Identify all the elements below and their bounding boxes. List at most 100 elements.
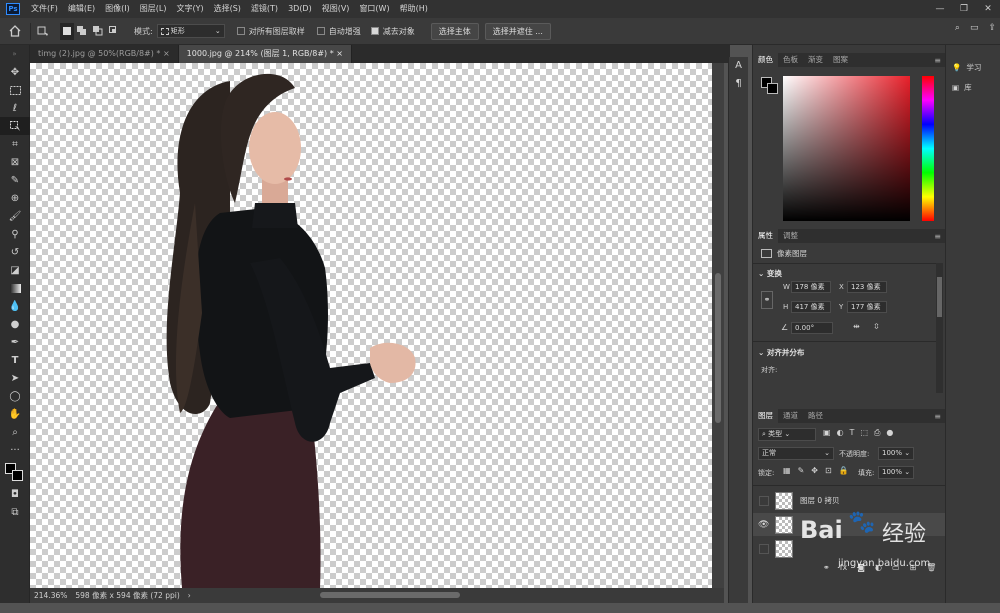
add-selection-icon[interactable] [74,23,90,40]
filter-shape-icon[interactable]: ⬚ [860,428,868,438]
menu-window[interactable]: 窗口(W) [354,0,394,18]
sample-all-checkbox[interactable]: 对所有图层取样 [236,26,305,37]
maximize-button[interactable]: ❐ [952,0,976,18]
lock-transparent-icon[interactable]: ▦ [783,466,791,475]
filter-toggle-icon[interactable]: ● [886,428,893,438]
status-arrow[interactable]: › [184,591,195,600]
marquee-tool-icon[interactable] [0,81,30,99]
filter-smart-icon[interactable]: ⎙ [874,428,880,438]
visibility-toggle[interactable] [759,495,769,506]
paragraph-panel-icon[interactable]: ¶ [729,75,748,93]
align-section-title[interactable]: ⌄ 对齐并分布 [758,347,804,358]
vertical-scrollbar[interactable] [712,63,724,588]
healing-brush-tool-icon[interactable]: ⊕ [0,189,30,207]
filter-type-icon[interactable]: T [850,428,855,438]
more-tools-icon[interactable]: ··· [0,441,30,459]
hand-tool-icon[interactable]: ✋ [0,405,30,423]
character-panel-icon[interactable]: A [729,57,748,75]
tab-gradients[interactable]: 渐变 [803,53,828,67]
lock-all-icon[interactable]: 🔒 [839,466,849,475]
lock-paint-icon[interactable]: ✎ [798,466,805,475]
menu-image[interactable]: 图像(I) [100,0,135,18]
menu-view[interactable]: 视图(V) [317,0,355,18]
home-icon[interactable] [0,23,30,40]
eraser-tool-icon[interactable]: ◪ [0,261,30,279]
doc-tab-1000[interactable]: 1000.jpg @ 214% (图层 1, RGB/8#) * × [178,45,352,63]
select-subject-button[interactable]: 选择主体 [430,22,479,40]
blur-tool-icon[interactable]: 💧 [0,297,30,315]
lock-position-icon[interactable]: ✥ [811,466,818,475]
close-button[interactable]: ✕ [976,0,1000,18]
height-field[interactable]: 417 像素 [791,301,831,313]
menu-filter[interactable]: 滤镜(T) [246,0,283,18]
mode-select[interactable]: 矩形 ⌄ [156,24,225,38]
type-tool-icon[interactable]: T [0,351,30,369]
eye-icon[interactable]: 👁 [758,520,769,530]
quick-mask-icon[interactable]: ◘ [0,485,30,503]
fill-field[interactable]: 100% ⌄ [878,466,914,479]
color-field[interactable] [783,76,910,221]
visibility-toggle[interactable] [759,543,769,554]
shape-tool-icon[interactable]: ◯ [0,387,30,405]
tab-patterns[interactable]: 图案 [828,53,853,67]
stamp-tool-icon[interactable]: ⚲ [0,225,30,243]
opacity-field[interactable]: 100% ⌄ [878,447,914,460]
blend-mode-select[interactable]: 正常 ⌄ [758,447,834,460]
properties-scrollbar[interactable] [936,263,943,393]
layer-filter-select[interactable]: ⌕ 类型 ⌄ [758,428,816,441]
eyedropper-tool-icon[interactable]: ✎ [0,171,30,189]
library-panel-button[interactable]: ▣ 库 [946,77,1000,97]
menu-file[interactable]: 文件(F) [26,0,63,18]
zoom-tool-icon[interactable]: ⌕ [0,423,30,441]
brush-tool-icon[interactable]: 🖌 [0,207,30,225]
gradient-tool-icon[interactable] [0,279,30,297]
object-selection-tool-icon[interactable] [0,117,30,135]
auto-enhance-checkbox[interactable]: 自动增强 [316,26,361,37]
hue-slider[interactable] [922,76,934,221]
tab-properties[interactable]: 属性 [753,229,778,243]
history-brush-tool-icon[interactable]: ↺ [0,243,30,261]
menu-layer[interactable]: 图层(L) [135,0,172,18]
move-tool-icon[interactable]: ✥ [0,63,30,81]
transform-section-title[interactable]: ⌄ 变换 [758,268,782,279]
layer-name[interactable]: 图层 0 拷贝 [800,495,840,506]
close-icon[interactable]: × [163,49,170,58]
angle-field[interactable]: 0.00° [791,322,833,334]
learn-panel-button[interactable]: 💡 学习 [946,57,1000,77]
zoom-level[interactable]: 214.36% [30,591,71,600]
workspace-icon[interactable]: ▭ [970,23,979,33]
menu-select[interactable]: 选择(S) [209,0,246,18]
flip-vertical-icon[interactable]: ⇳ [873,322,880,331]
filter-pixel-icon[interactable]: ▣ [823,428,831,438]
menu-type[interactable]: 文字(Y) [171,0,208,18]
flip-horizontal-icon[interactable]: ⇹ [853,322,860,331]
document-canvas[interactable] [30,63,712,588]
menu-edit[interactable]: 编辑(E) [63,0,100,18]
search-icon[interactable]: ⌕ [955,23,960,33]
background-color-swatch[interactable] [12,470,23,481]
filter-adjust-icon[interactable]: ◐ [837,428,844,438]
tab-adjustments[interactable]: 调整 [778,229,803,243]
tab-swatches[interactable]: 色板 [778,53,803,67]
link-icon[interactable]: ⚭ [761,291,773,309]
color-swatches[interactable] [0,459,29,485]
lock-artboard-icon[interactable]: ⊡ [825,466,832,475]
share-icon[interactable]: ⇪ [988,23,996,33]
tab-channels[interactable]: 通道 [778,409,803,423]
new-selection-icon[interactable] [60,22,74,40]
intersect-selection-icon[interactable] [106,23,122,40]
panel-menu-icon[interactable]: ≡ [934,412,941,421]
layer-row[interactable]: 图层 0 拷贝 [753,489,946,512]
y-field[interactable]: 177 像素 [847,301,887,313]
scroll-thumb[interactable] [715,273,721,423]
minimize-button[interactable]: — [928,0,952,18]
pen-tool-icon[interactable]: ✒ [0,333,30,351]
dodge-tool-icon[interactable]: ● [0,315,30,333]
lasso-tool-icon[interactable]: ℓ [0,99,30,117]
x-field[interactable]: 123 像素 [847,281,887,293]
close-icon[interactable]: × [336,49,343,58]
doc-tab-timg[interactable]: timg (2).jpg @ 50%(RGB/8#) * × [30,45,179,63]
subtract-selection-icon[interactable] [90,23,106,40]
path-selection-tool-icon[interactable]: ➤ [0,369,30,387]
tool-preset-icon[interactable] [30,22,56,40]
